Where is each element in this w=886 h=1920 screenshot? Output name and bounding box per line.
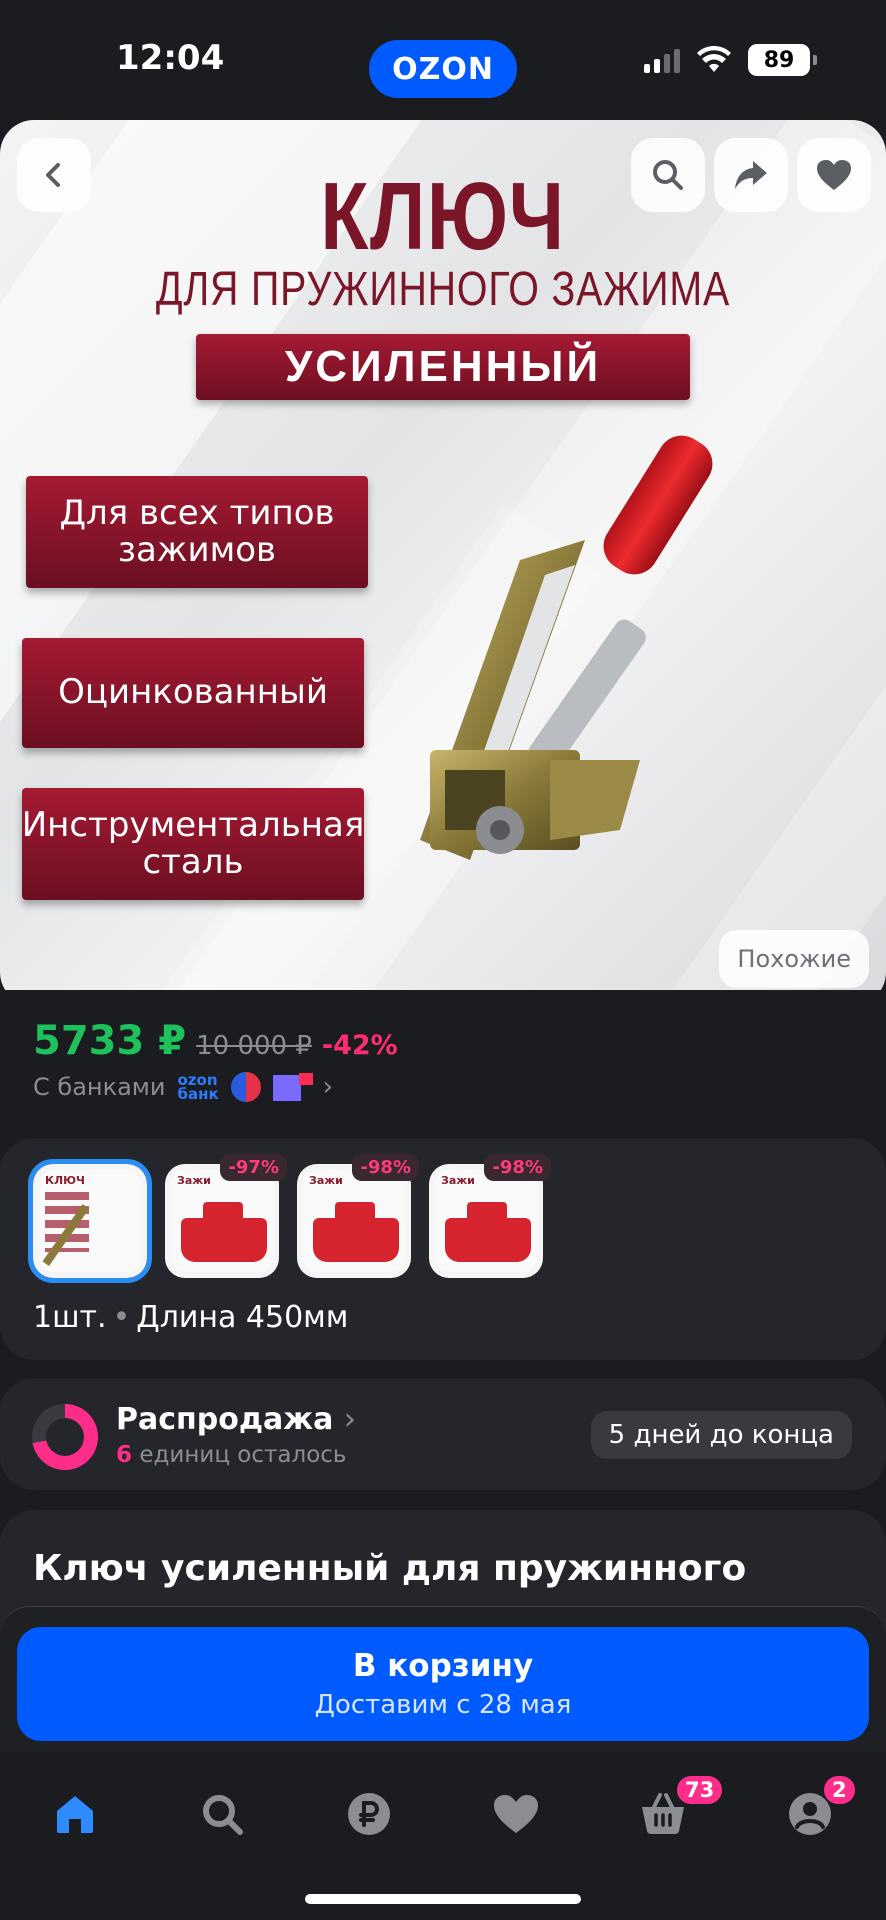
status-bar: 12:04 OZON 89 (0, 0, 886, 120)
product-title: Ключ усиленный для пружинного (33, 1548, 747, 1589)
cellular-signal-icon (644, 47, 680, 73)
status-time: 12:04 (116, 38, 225, 78)
old-price: 10 000 ₽ (196, 1031, 312, 1061)
profile-notification-badge: 2 (822, 1774, 857, 1806)
similar-products-button[interactable]: Похожие (719, 930, 869, 988)
variants-card: КЛЮЧ Зажи -97% Зажи -98% Зажи -98% 1шт. … (0, 1138, 886, 1360)
add-to-cart-label: В корзину (352, 1648, 534, 1684)
chevron-right-icon: › (343, 1402, 356, 1437)
sale-deadline-badge: 5 дней до конца (590, 1411, 852, 1459)
wifi-icon (697, 46, 731, 72)
search-button[interactable] (631, 138, 705, 212)
tab-search[interactable] (182, 1774, 262, 1854)
tab-home[interactable] (35, 1774, 115, 1854)
delivery-date: Доставим с 28 мая (314, 1690, 572, 1720)
discount-badge: -98% (352, 1154, 419, 1181)
search-icon (203, 1795, 243, 1835)
sale-title: Распродажа › (116, 1402, 356, 1437)
tab-favorites[interactable] (476, 1774, 556, 1854)
discount-percent: -42% (321, 1030, 398, 1061)
sale-count: 6 (116, 1442, 133, 1468)
ruble-circle-icon (348, 1793, 390, 1835)
battery-icon: 89 (748, 44, 817, 76)
thumb-title: КЛЮЧ (45, 1174, 85, 1187)
variant-thumb-image: Зажи (303, 1170, 405, 1272)
variant-thumb-1[interactable]: КЛЮЧ (28, 1159, 152, 1283)
variant-thumb-2[interactable]: Зажи -97% (165, 1154, 287, 1278)
discount-badge: -97% (220, 1154, 287, 1181)
feature-badge-all-types: Для всех типов зажимов (26, 476, 368, 588)
sale-progress-ring-icon (32, 1404, 98, 1470)
share-button[interactable] (714, 138, 788, 212)
banks-label: С банками (33, 1073, 166, 1101)
variant-thumbnails: КЛЮЧ Зажи -97% Зажи -98% Зажи -98% (28, 1154, 551, 1283)
bank-offers-row[interactable]: С банками ozon банк › (33, 1072, 333, 1102)
price-card: 5733 ₽ 10 000 ₽ -42% С банками ozon банк … (0, 990, 886, 1120)
sale-card[interactable]: Распродажа › 6 единиц осталось 5 дней до… (0, 1378, 886, 1490)
hero-subtitle: ДЛЯ ПРУЖИННОГО ЗАЖИМА (155, 263, 731, 316)
ozon-logo[interactable]: OZON (369, 40, 517, 98)
variant-thumb-image: КЛЮЧ (39, 1170, 141, 1272)
bank-logo-circle-icon (230, 1072, 261, 1102)
back-button[interactable] (17, 138, 91, 212)
chevron-right-icon: › (322, 1072, 334, 1102)
feature-badge-galvanized: Оцинкованный (22, 638, 364, 748)
heart-icon (494, 1795, 538, 1833)
feature-badge-tool-steel: Инструментальная сталь (22, 788, 364, 900)
variant-thumb-4[interactable]: Зажи -98% (429, 1154, 551, 1278)
add-to-cart-button[interactable]: В корзину Доставим с 28 мая (17, 1627, 869, 1741)
home-indicator (305, 1894, 581, 1904)
share-icon (735, 161, 767, 189)
variant-length: Длина 450мм (136, 1300, 349, 1335)
heart-icon (817, 160, 851, 190)
discount-badge: -98% (484, 1154, 551, 1181)
sale-remaining: 6 единиц осталось (116, 1442, 347, 1468)
current-price: 5733 ₽ (33, 1018, 187, 1064)
tab-profile[interactable]: 2 (770, 1774, 857, 1854)
chevron-left-icon (46, 163, 60, 187)
bank-logo-square-icon (272, 1073, 313, 1101)
favorite-button[interactable] (797, 138, 871, 212)
price-row: 5733 ₽ 10 000 ₽ -42% (33, 1018, 398, 1064)
status-icons: 89 (644, 44, 817, 76)
variant-thumb-image: Зажи (171, 1170, 273, 1272)
variant-thumb-3[interactable]: Зажи -98% (297, 1154, 419, 1278)
spring-clamp-key-illustration (420, 435, 713, 860)
ozon-bank-logo: ozon банк (177, 1070, 219, 1103)
variant-thumb-image: Зажи (435, 1170, 537, 1272)
battery-level: 89 (763, 47, 795, 73)
add-to-cart-area: В корзину Доставим с 28 мая (0, 1606, 886, 1752)
search-icon (653, 160, 683, 190)
variant-quantity: 1шт. (33, 1300, 107, 1335)
product-hero-image[interactable]: КЛЮЧ ДЛЯ ПРУЖИННОГО ЗАЖИМА УСИЛЕННЫЙ Для… (0, 120, 886, 1006)
bottom-tab-bar: 73 2 (0, 1752, 886, 1920)
selected-variant-label: 1шт. • Длина 450мм (33, 1300, 349, 1335)
tab-finance[interactable] (329, 1774, 409, 1854)
tab-cart[interactable]: 73 (623, 1774, 725, 1854)
home-icon (57, 1796, 93, 1833)
cart-count-badge: 73 (675, 1774, 725, 1806)
